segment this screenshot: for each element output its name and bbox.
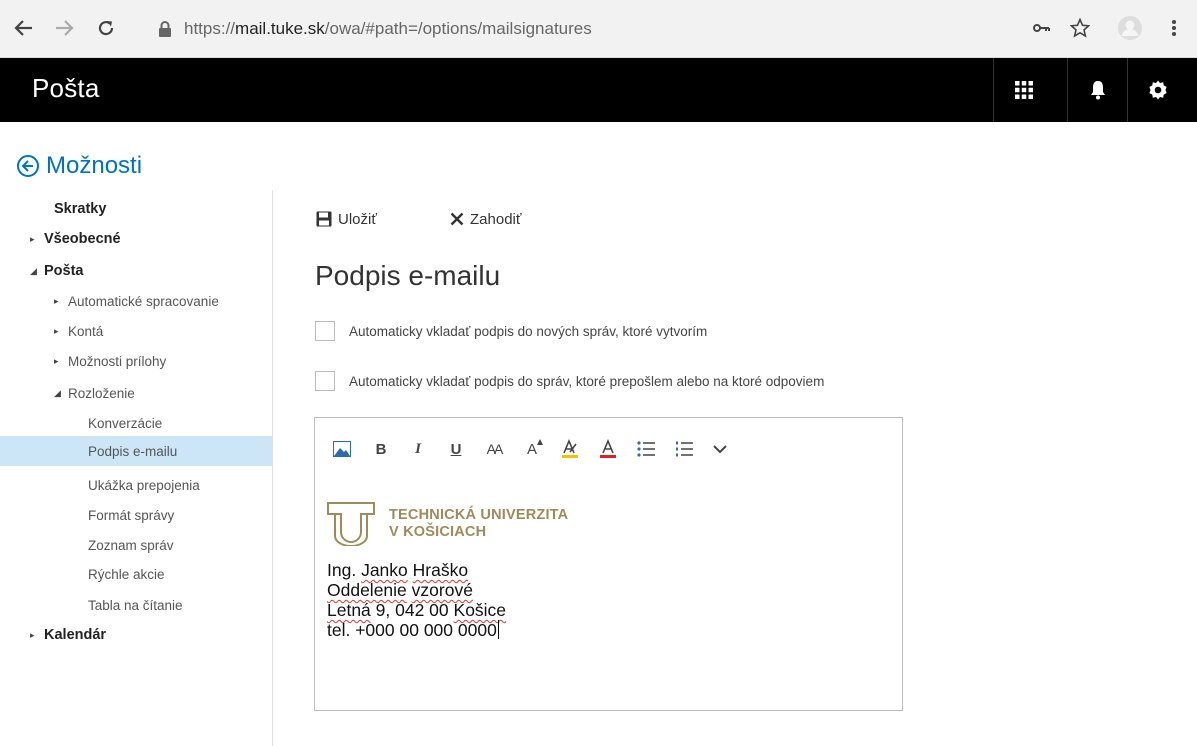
highlight-icon[interactable]: [551, 436, 589, 462]
logo-line-1: TECHNICKÁ UNIVERZITA: [389, 507, 569, 523]
more-chevron-icon[interactable]: [703, 436, 737, 462]
sidebar-item-rozlozenie[interactable]: ◢ Rozloženie: [0, 378, 272, 408]
bold-icon[interactable]: B: [363, 436, 399, 462]
sidebar-item-moznosti-prilohy[interactable]: ▸ Možnosti prílohy: [0, 346, 272, 376]
address-bar[interactable]: https://mail.tuke.sk/owa/#path=/options/…: [158, 12, 1018, 46]
signature-department-line: Oddelenie vzorové: [327, 580, 473, 600]
url-scheme: https://: [184, 19, 236, 38]
checkbox-row-new-messages: Automaticky vkladať podpis do nových spr…: [315, 320, 707, 342]
sidebar-item-rychle-akcie[interactable]: Rýchle akcie: [0, 559, 272, 589]
insert-image-icon[interactable]: [329, 436, 355, 462]
bell-icon[interactable]: [1067, 58, 1127, 122]
page-title: Podpis e-mailu: [315, 260, 501, 291]
back-arrow-icon[interactable]: [10, 14, 38, 42]
sidebar-item-posta[interactable]: ◢ Pošta: [0, 256, 272, 286]
university-logo: TECHNICKÁ UNIVERZITA V KOŠICIACH: [327, 502, 568, 546]
options-sidebar: Skratky ▸ Všeobecné ◢ Pošta ▸ Automatické s…: [0, 190, 273, 746]
url-path: /owa/#path=/options/mailsignatures: [324, 19, 592, 38]
sidebar-item-format-spravy[interactable]: Formát správy: [0, 500, 272, 530]
underline-icon[interactable]: U: [437, 436, 475, 462]
lock-icon: [159, 21, 171, 37]
italic-icon[interactable]: I: [399, 436, 437, 462]
caret-down-icon: ◢: [54, 387, 61, 398]
sidebar-item-automaticke-spracovanie[interactable]: ▸ Automatické spracovanie: [0, 286, 272, 316]
gear-icon[interactable]: [1127, 58, 1187, 122]
caret-right-icon: ▸: [54, 295, 59, 306]
sidebar-item-konta[interactable]: ▸ Kontá: [0, 316, 272, 346]
options-label: Možnosti: [46, 152, 143, 179]
signature-editor[interactable]: B I U AA A TECHNICKÁ UNIVERZITA V KOŠICI…: [314, 417, 903, 711]
browser-toolbar: https://mail.tuke.sk/owa/#path=/options/…: [0, 0, 1197, 58]
options-back-link[interactable]: Možnosti: [16, 152, 142, 180]
text-cursor: [497, 620, 499, 639]
app-title[interactable]: Pošta: [32, 73, 100, 104]
forward-arrow-icon[interactable]: [50, 14, 78, 42]
sidebar-item-kalendar[interactable]: ▸ Kalendár: [0, 620, 272, 650]
caret-right-icon: ▸: [30, 233, 35, 244]
font-size-icon[interactable]: AA: [475, 436, 513, 462]
signature-name-line: Ing. Janko Hraško: [327, 560, 469, 580]
sidebar-item-vseobecne[interactable]: ▸ Všeobecné: [0, 224, 272, 254]
font-color-icon[interactable]: [589, 436, 627, 462]
save-button[interactable]: Uložiť: [316, 206, 377, 232]
checkbox-label: Automaticky vkladať podpis do nových spr…: [349, 323, 708, 339]
app-header: Pošta: [0, 58, 1197, 122]
caret-right-icon: ▸: [30, 629, 35, 640]
profile-icon[interactable]: [1116, 14, 1144, 42]
caret-right-icon: ▸: [54, 325, 59, 336]
sidebar-item-tabla-na-citanie[interactable]: Tabla na čítanie: [0, 590, 272, 620]
back-circle-icon: [17, 155, 39, 177]
reload-icon[interactable]: [92, 14, 120, 42]
close-icon: [450, 212, 464, 226]
grow-font-icon[interactable]: A: [513, 436, 551, 462]
floppy-disk-icon: [316, 211, 332, 227]
discard-button[interactable]: Zahodiť: [450, 206, 522, 232]
numbering-icon[interactable]: [665, 436, 703, 462]
caret-down-icon: ◢: [30, 265, 37, 276]
sidebar-item-podpis-e-mailu[interactable]: Podpis e-mailu: [0, 436, 272, 466]
key-icon[interactable]: [1030, 14, 1054, 42]
caret-right-icon: ▸: [54, 355, 59, 366]
star-icon[interactable]: [1068, 14, 1092, 42]
bullets-icon[interactable]: [627, 436, 665, 462]
auto-signature-reply-checkbox[interactable]: [315, 371, 335, 391]
format-toolbar: B I U AA A: [329, 436, 737, 462]
signature-address-line: Letná 9, 042 00 Košice: [327, 600, 507, 620]
app-launcher-icon[interactable]: [993, 58, 1053, 122]
logo-line-2: V KOŠICIACH: [389, 524, 487, 540]
sidebar-item-ukazka-prepojenia[interactable]: Ukážka prepojenia: [0, 470, 272, 500]
checkbox-row-replies: Automaticky vkladať podpis do správ, kto…: [315, 370, 824, 392]
checkbox-label: Automaticky vkladať podpis do správ, kto…: [349, 373, 825, 389]
sidebar-item-skratky[interactable]: Skratky: [0, 194, 272, 224]
auto-signature-new-checkbox[interactable]: [315, 321, 335, 341]
signature-phone-line: tel. +000 00 000 0000: [327, 620, 499, 640]
signature-text[interactable]: Ing. Janko Hraško Oddelenie vzorové Letn…: [327, 560, 506, 640]
sidebar-item-konverzacie[interactable]: Konverzácie: [0, 408, 272, 438]
kebab-menu-icon[interactable]: [1162, 14, 1186, 42]
tuke-logo-icon: [327, 502, 375, 546]
sidebar-item-zoznam-sprav[interactable]: Zoznam správ: [0, 530, 272, 560]
url-host: mail.tuke.sk: [235, 19, 325, 38]
